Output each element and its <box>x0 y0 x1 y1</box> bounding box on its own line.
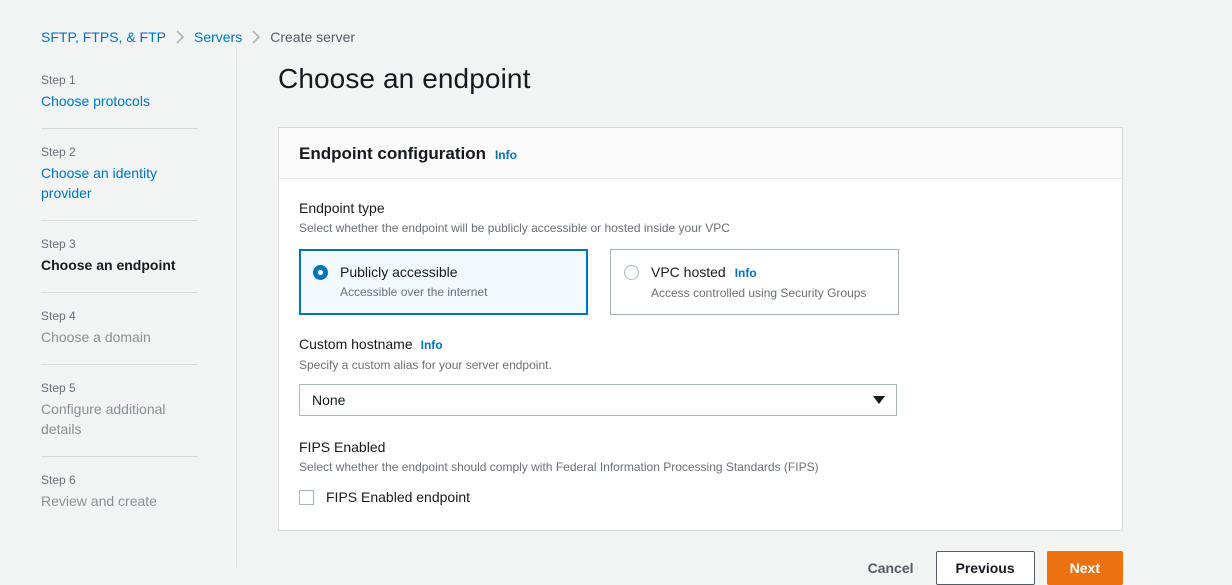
radio-tile-title: VPC hosted <box>651 264 726 280</box>
sidebar-step-5: Step 5 Configure additional details <box>41 380 236 440</box>
radio-icon-selected[interactable] <box>313 265 328 280</box>
radio-tile-publicly-accessible[interactable]: Publicly accessible Accessible over the … <box>299 249 588 315</box>
radio-tile-vpc-hosted[interactable]: VPC hosted Info Access controlled using … <box>610 249 899 315</box>
sidebar-divider <box>41 456 198 457</box>
breadcrumb-item-sftp-ftps-ftp[interactable]: SFTP, FTPS, & FTP <box>41 29 166 45</box>
custom-hostname-field: Custom hostname Info Specify a custom al… <box>299 335 1102 416</box>
radio-icon-unselected[interactable] <box>624 265 639 280</box>
sidebar-step-4-number: Step 4 <box>41 309 76 323</box>
panel-info-link[interactable]: Info <box>495 148 517 162</box>
next-button[interactable]: Next <box>1046 551 1123 585</box>
breadcrumb: SFTP, FTPS, & FTP Servers Create server <box>0 0 1232 48</box>
sidebar-divider <box>41 128 198 129</box>
radio-tile-description: Accessible over the internet <box>340 285 488 299</box>
panel-header: Endpoint configuration Info <box>279 128 1122 179</box>
sidebar-step-4-title: Choose a domain <box>41 329 151 345</box>
fips-field: FIPS Enabled Select whether the endpoint… <box>299 438 1102 506</box>
endpoint-type-label-row: Endpoint type <box>299 199 1102 217</box>
sidebar-step-6: Step 6 Review and create <box>41 472 236 512</box>
fips-description: Select whether the endpoint should compl… <box>299 460 819 474</box>
fips-checkbox-row[interactable]: FIPS Enabled endpoint <box>299 488 1102 506</box>
chevron-down-icon <box>873 396 885 404</box>
sidebar-step-3-number: Step 3 <box>41 237 76 251</box>
sidebar-step-4: Step 4 Choose a domain <box>41 308 236 348</box>
endpoint-type-description: Select whether the endpoint will be publ… <box>299 221 730 235</box>
breadcrumb-item-servers[interactable]: Servers <box>194 29 242 45</box>
radio-tile-title-row: VPC hosted Info <box>651 263 884 282</box>
fips-checkbox-label: FIPS Enabled endpoint <box>326 489 470 505</box>
sidebar-step-2-title[interactable]: Choose an identity provider <box>41 163 189 203</box>
breadcrumb-item-create-server: Create server <box>270 28 356 45</box>
cancel-button[interactable]: Cancel <box>858 552 924 584</box>
custom-hostname-info-link[interactable]: Info <box>421 336 443 354</box>
vpc-hosted-info-link[interactable]: Info <box>735 264 757 282</box>
sidebar-step-1: Step 1 Choose protocols <box>41 72 236 112</box>
sidebar-step-1-number: Step 1 <box>41 73 76 87</box>
page-title: Choose an endpoint <box>278 63 531 94</box>
radio-tile-description: Access controlled using Security Groups <box>651 286 867 300</box>
sidebar-step-2-number: Step 2 <box>41 145 76 159</box>
sidebar-step-2: Step 2 Choose an identity provider <box>41 144 236 204</box>
custom-hostname-selected-value: None <box>312 392 346 408</box>
endpoint-type-field: Endpoint type Select whether the endpoin… <box>299 199 1102 315</box>
radio-tile-title: Publicly accessible <box>340 264 458 280</box>
endpoint-type-label: Endpoint type <box>299 200 385 216</box>
previous-button[interactable]: Previous <box>935 551 1035 585</box>
sidebar-step-6-title: Review and create <box>41 493 157 509</box>
sidebar-divider <box>41 364 198 365</box>
wizard-steps-sidebar: Step 1 Choose protocols Step 2 Choose an… <box>0 48 237 569</box>
chevron-right-icon <box>175 29 185 44</box>
endpoint-type-radio-group: Publicly accessible Accessible over the … <box>299 249 1102 315</box>
wizard-footer: Cancel Previous Next <box>278 551 1123 585</box>
panel-title: Endpoint configuration <box>299 144 486 163</box>
main-content: Choose an endpoint Endpoint configuratio… <box>237 48 1232 585</box>
fips-checkbox[interactable] <box>299 489 314 505</box>
sidebar-step-3: Step 3 Choose an endpoint <box>41 236 236 276</box>
custom-hostname-select[interactable]: None <box>299 384 897 416</box>
sidebar-step-5-number: Step 5 <box>41 381 76 395</box>
fips-label-row: FIPS Enabled <box>299 438 1102 456</box>
custom-hostname-label: Custom hostname <box>299 336 413 352</box>
page-layout: Step 1 Choose protocols Step 2 Choose an… <box>0 48 1232 585</box>
custom-hostname-label-row: Custom hostname Info <box>299 335 1102 354</box>
fips-label: FIPS Enabled <box>299 439 386 455</box>
endpoint-configuration-panel: Endpoint configuration Info Endpoint typ… <box>278 127 1123 531</box>
sidebar-step-3-title: Choose an endpoint <box>41 257 176 273</box>
radio-tile-title-row: Publicly accessible <box>340 263 573 281</box>
chevron-right-icon <box>251 29 261 44</box>
sidebar-divider <box>41 292 198 293</box>
sidebar-step-6-number: Step 6 <box>41 473 76 487</box>
radio-tile-text: VPC hosted Info Access controlled using … <box>651 263 884 301</box>
sidebar-step-5-title: Configure additional details <box>41 401 166 437</box>
sidebar-divider <box>41 220 198 221</box>
panel-body: Endpoint type Select whether the endpoin… <box>279 179 1122 530</box>
sidebar-step-1-title[interactable]: Choose protocols <box>41 91 189 111</box>
custom-hostname-description: Specify a custom alias for your server e… <box>299 358 552 372</box>
radio-tile-text: Publicly accessible Accessible over the … <box>340 263 573 300</box>
